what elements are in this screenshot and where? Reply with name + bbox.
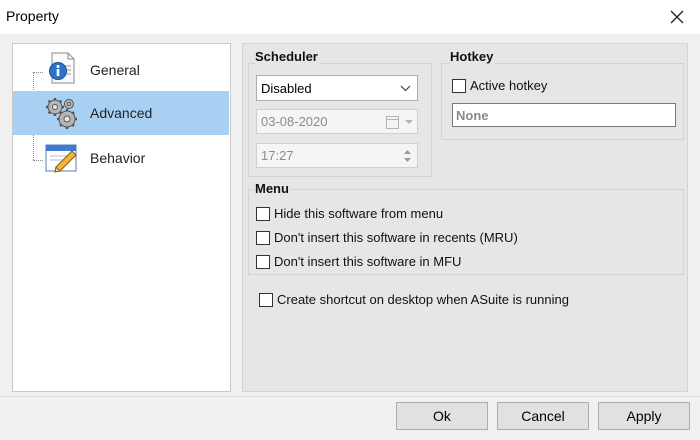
hotkey-input[interactable]: None: [452, 103, 676, 127]
calendar-icon: [386, 116, 399, 129]
hotkey-title: Hotkey: [450, 49, 496, 64]
menu-title: Menu: [255, 181, 291, 196]
scheduler-mode-select[interactable]: Disabled: [256, 75, 418, 101]
scheduler-time-spinner[interactable]: 17:27: [256, 143, 418, 168]
ok-button[interactable]: Ok: [396, 402, 488, 430]
tree-item-advanced[interactable]: Advanced: [13, 91, 229, 135]
scheduler-date-value: 03-08-2020: [261, 114, 328, 129]
close-icon: [670, 10, 684, 24]
no-mfu-checkbox[interactable]: [256, 255, 270, 269]
chevron-down-icon: [405, 120, 413, 124]
desktop-shortcut-checkbox[interactable]: [259, 293, 273, 307]
desktop-shortcut-label: Create shortcut on desktop when ASuite i…: [277, 292, 569, 307]
scheduler-title: Scheduler: [255, 49, 320, 64]
close-button[interactable]: [662, 4, 692, 30]
chevron-down-icon: [400, 85, 411, 92]
hotkey-value: None: [456, 107, 489, 123]
cancel-button[interactable]: Cancel: [497, 402, 589, 430]
window-pencil-icon: [45, 144, 77, 173]
active-hotkey-checkbox[interactable]: [452, 79, 466, 93]
scheduler-mode-value: Disabled: [261, 80, 312, 96]
active-hotkey-label: Active hotkey: [470, 78, 548, 93]
gears-icon: [46, 98, 77, 129]
apply-button[interactable]: Apply: [598, 402, 690, 430]
no-mfu-label: Don't insert this software in MFU: [274, 254, 462, 269]
scheduler-date-picker[interactable]: 03-08-2020: [256, 109, 418, 134]
window-title: Property: [6, 8, 59, 24]
tree-item-behavior[interactable]: Behavior: [13, 136, 229, 180]
hide-from-menu-label: Hide this software from menu: [274, 206, 444, 221]
hotkey-group: [441, 63, 684, 140]
tree-item-label: Behavior: [90, 150, 146, 166]
scheduler-time-value: 17:27: [261, 148, 294, 163]
no-mru-checkbox[interactable]: [256, 231, 270, 245]
divider: [0, 396, 700, 397]
hide-from-menu-checkbox[interactable]: [256, 207, 270, 221]
title-bar: [0, 0, 700, 34]
tree-item-general[interactable]: General: [13, 48, 229, 92]
spinner-arrows-icon: [404, 150, 411, 162]
tree-item-label: General: [90, 62, 140, 78]
info-page-icon: [49, 52, 75, 84]
tree-item-label: Advanced: [90, 105, 153, 121]
no-mru-label: Don't insert this software in recents (M…: [274, 230, 518, 245]
